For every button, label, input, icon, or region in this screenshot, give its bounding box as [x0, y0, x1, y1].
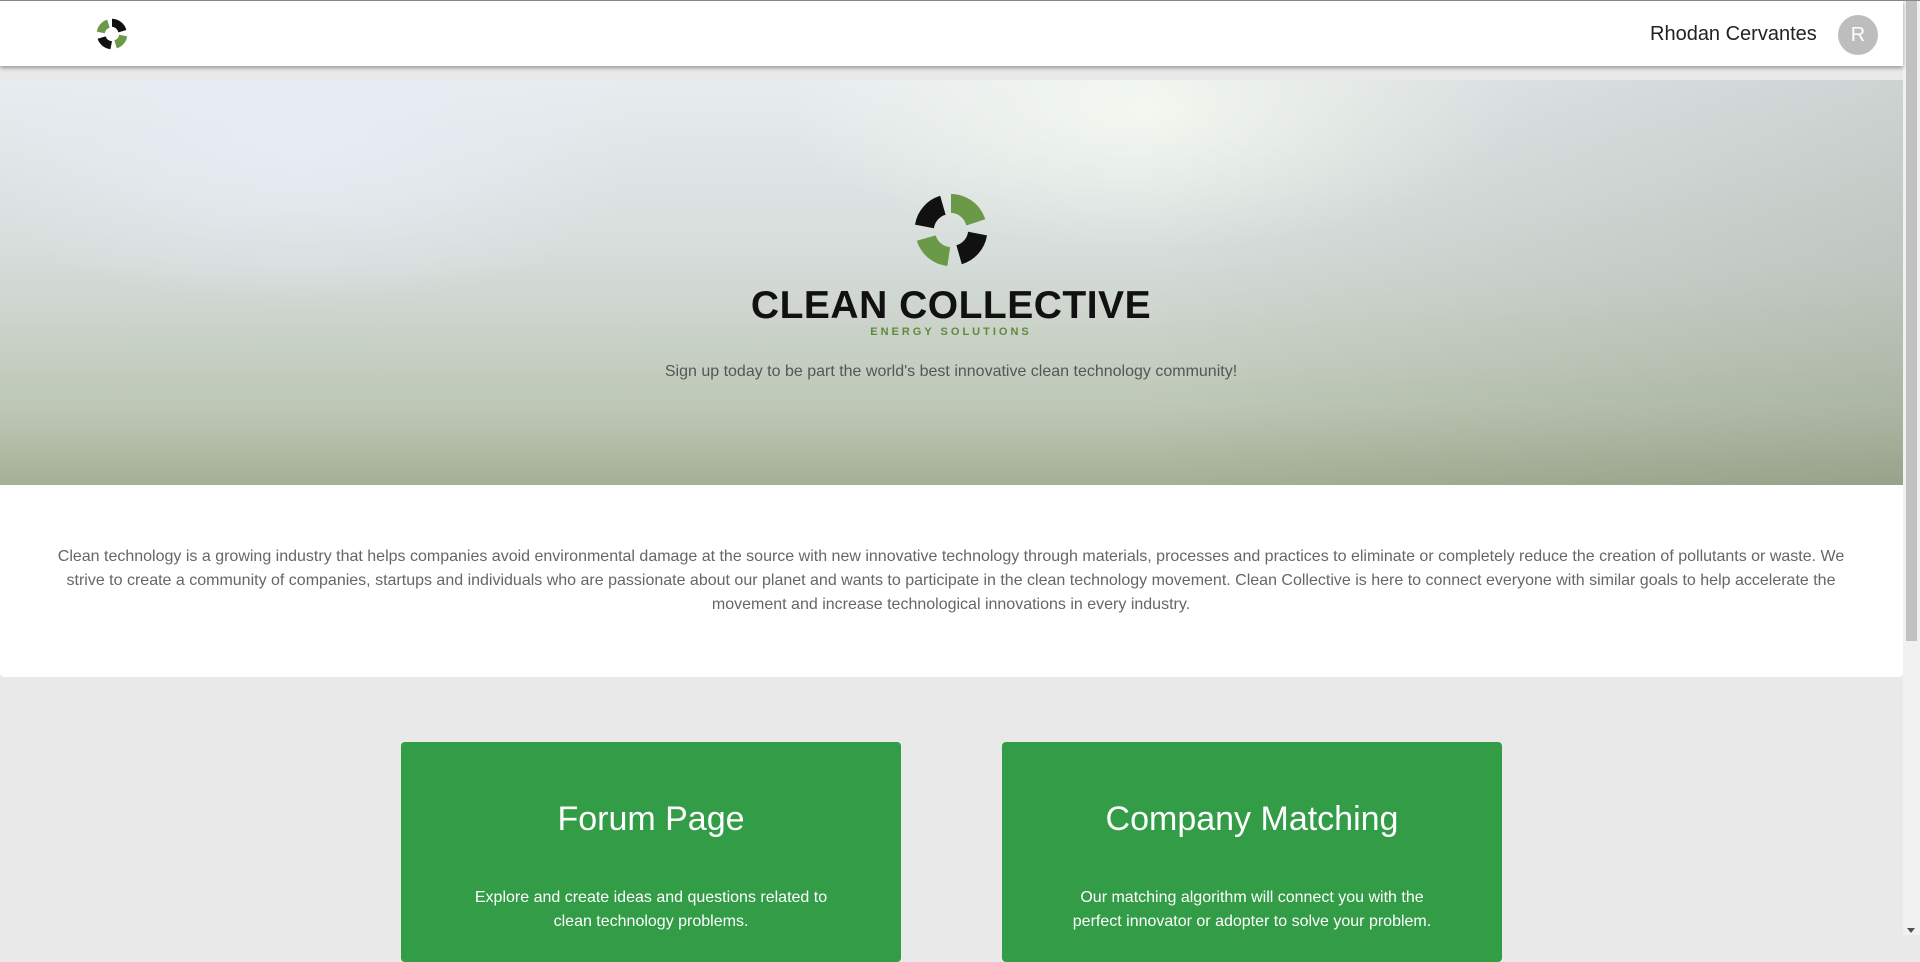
- about-text: Clean technology is a growing industry t…: [57, 548, 1845, 613]
- card-title: Forum Page: [557, 800, 745, 838]
- hero-tagline: Sign up today to be part the world's bes…: [664, 363, 1238, 380]
- page-scrollbar[interactable]: [1903, 1, 1920, 935]
- nav-logo[interactable]: [92, 14, 132, 54]
- card-title: Company Matching: [1105, 800, 1399, 838]
- brand-title: CLEAN COLLECTIVE: [750, 284, 1152, 327]
- card-description: Explore and create ideas and questions r…: [474, 889, 828, 930]
- scrollbar-thumb[interactable]: [1906, 1, 1917, 641]
- clean-collective-swirl-icon: [915, 194, 987, 266]
- user-name[interactable]: Rhodan Cervantes: [1650, 23, 1817, 46]
- scroll-down-arrow-icon[interactable]: [1907, 928, 1915, 933]
- forum-page-card[interactable]: Forum Page Explore and create ideas and …: [401, 742, 901, 962]
- avatar[interactable]: R: [1838, 15, 1878, 55]
- navbar: Rhodan Cervantes R: [0, 1, 1903, 66]
- hero-overlay: [0, 80, 1903, 485]
- company-matching-card[interactable]: Company Matching Our matching algorithm …: [1002, 742, 1502, 962]
- hero-banner: CLEAN COLLECTIVE ENERGY SOLUTIONS Sign u…: [0, 80, 1903, 485]
- clean-collective-swirl-icon: [96, 18, 128, 50]
- brand-subtitle: ENERGY SOLUTIONS: [870, 326, 1032, 338]
- hero-logo: [906, 185, 996, 275]
- about-section: Clean technology is a growing industry t…: [0, 485, 1903, 677]
- card-description: Our matching algorithm will connect you …: [1072, 889, 1432, 930]
